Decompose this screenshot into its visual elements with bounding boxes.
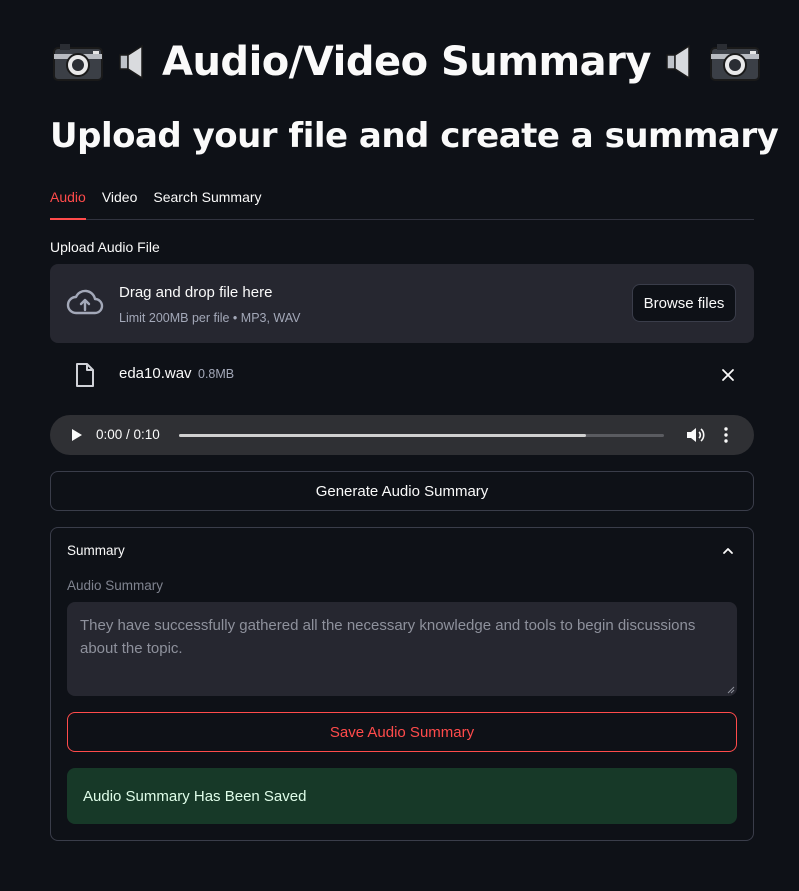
file-icon — [76, 363, 94, 387]
more-options-icon[interactable] — [722, 426, 730, 444]
camera-icon — [53, 44, 103, 81]
file-name: eda10.wav — [119, 365, 192, 382]
seek-bar-progress — [179, 434, 587, 437]
uploaded-file-row: eda10.wav 0.8MB — [50, 358, 754, 394]
chevron-up-icon[interactable] — [721, 544, 735, 558]
camera-icon — [709, 44, 760, 81]
page-subtitle: Upload your file and create a summary — [50, 116, 779, 156]
dropzone-title: Drag and drop file here — [119, 284, 273, 301]
tab-search-summary[interactable]: Search Summary — [153, 188, 261, 218]
tab-bar: Audio Video Search Summary — [50, 188, 754, 220]
audio-summary-textarea[interactable]: They have successfully gathered all the … — [67, 602, 737, 696]
speaker-icon — [119, 44, 143, 80]
app-page: Audio/Video Summary Upload your file and… — [0, 0, 799, 891]
audio-player: 0:00 / 0:10 — [50, 415, 754, 455]
browse-files-button[interactable]: Browse files — [632, 284, 736, 322]
play-icon[interactable] — [70, 427, 84, 443]
resize-handle-icon[interactable] — [727, 686, 735, 694]
close-icon[interactable] — [720, 367, 736, 383]
dropzone-limit: Limit 200MB per file • MP3, WAV — [119, 311, 301, 325]
save-audio-summary-button[interactable]: Save Audio Summary — [67, 712, 737, 752]
playback-time: 0:00 / 0:10 — [96, 427, 160, 442]
audio-summary-label: Audio Summary — [67, 578, 164, 593]
file-size: 0.8MB — [198, 367, 235, 381]
success-alert: Audio Summary Has Been Saved — [67, 768, 737, 824]
speaker-icon — [666, 44, 690, 80]
audio-summary-text: They have successfully gathered all the … — [80, 617, 696, 657]
tab-video[interactable]: Video — [102, 188, 138, 218]
volume-icon[interactable] — [686, 426, 706, 444]
success-message: Audio Summary Has Been Saved — [83, 787, 307, 805]
upload-label: Upload Audio File — [50, 239, 160, 255]
generate-audio-summary-button[interactable]: Generate Audio Summary — [50, 471, 754, 511]
summary-expander: Summary Audio Summary They have successf… — [50, 527, 754, 841]
tab-audio[interactable]: Audio — [50, 188, 86, 220]
cloud-upload-icon — [66, 289, 104, 315]
seek-bar[interactable] — [179, 434, 664, 437]
summary-expander-header[interactable]: Summary — [67, 543, 125, 558]
file-dropzone[interactable]: Drag and drop file here Limit 200MB per … — [50, 264, 754, 343]
app-title: Audio/Video Summary — [162, 39, 651, 85]
title-row: Audio/Video Summary — [52, 34, 761, 90]
